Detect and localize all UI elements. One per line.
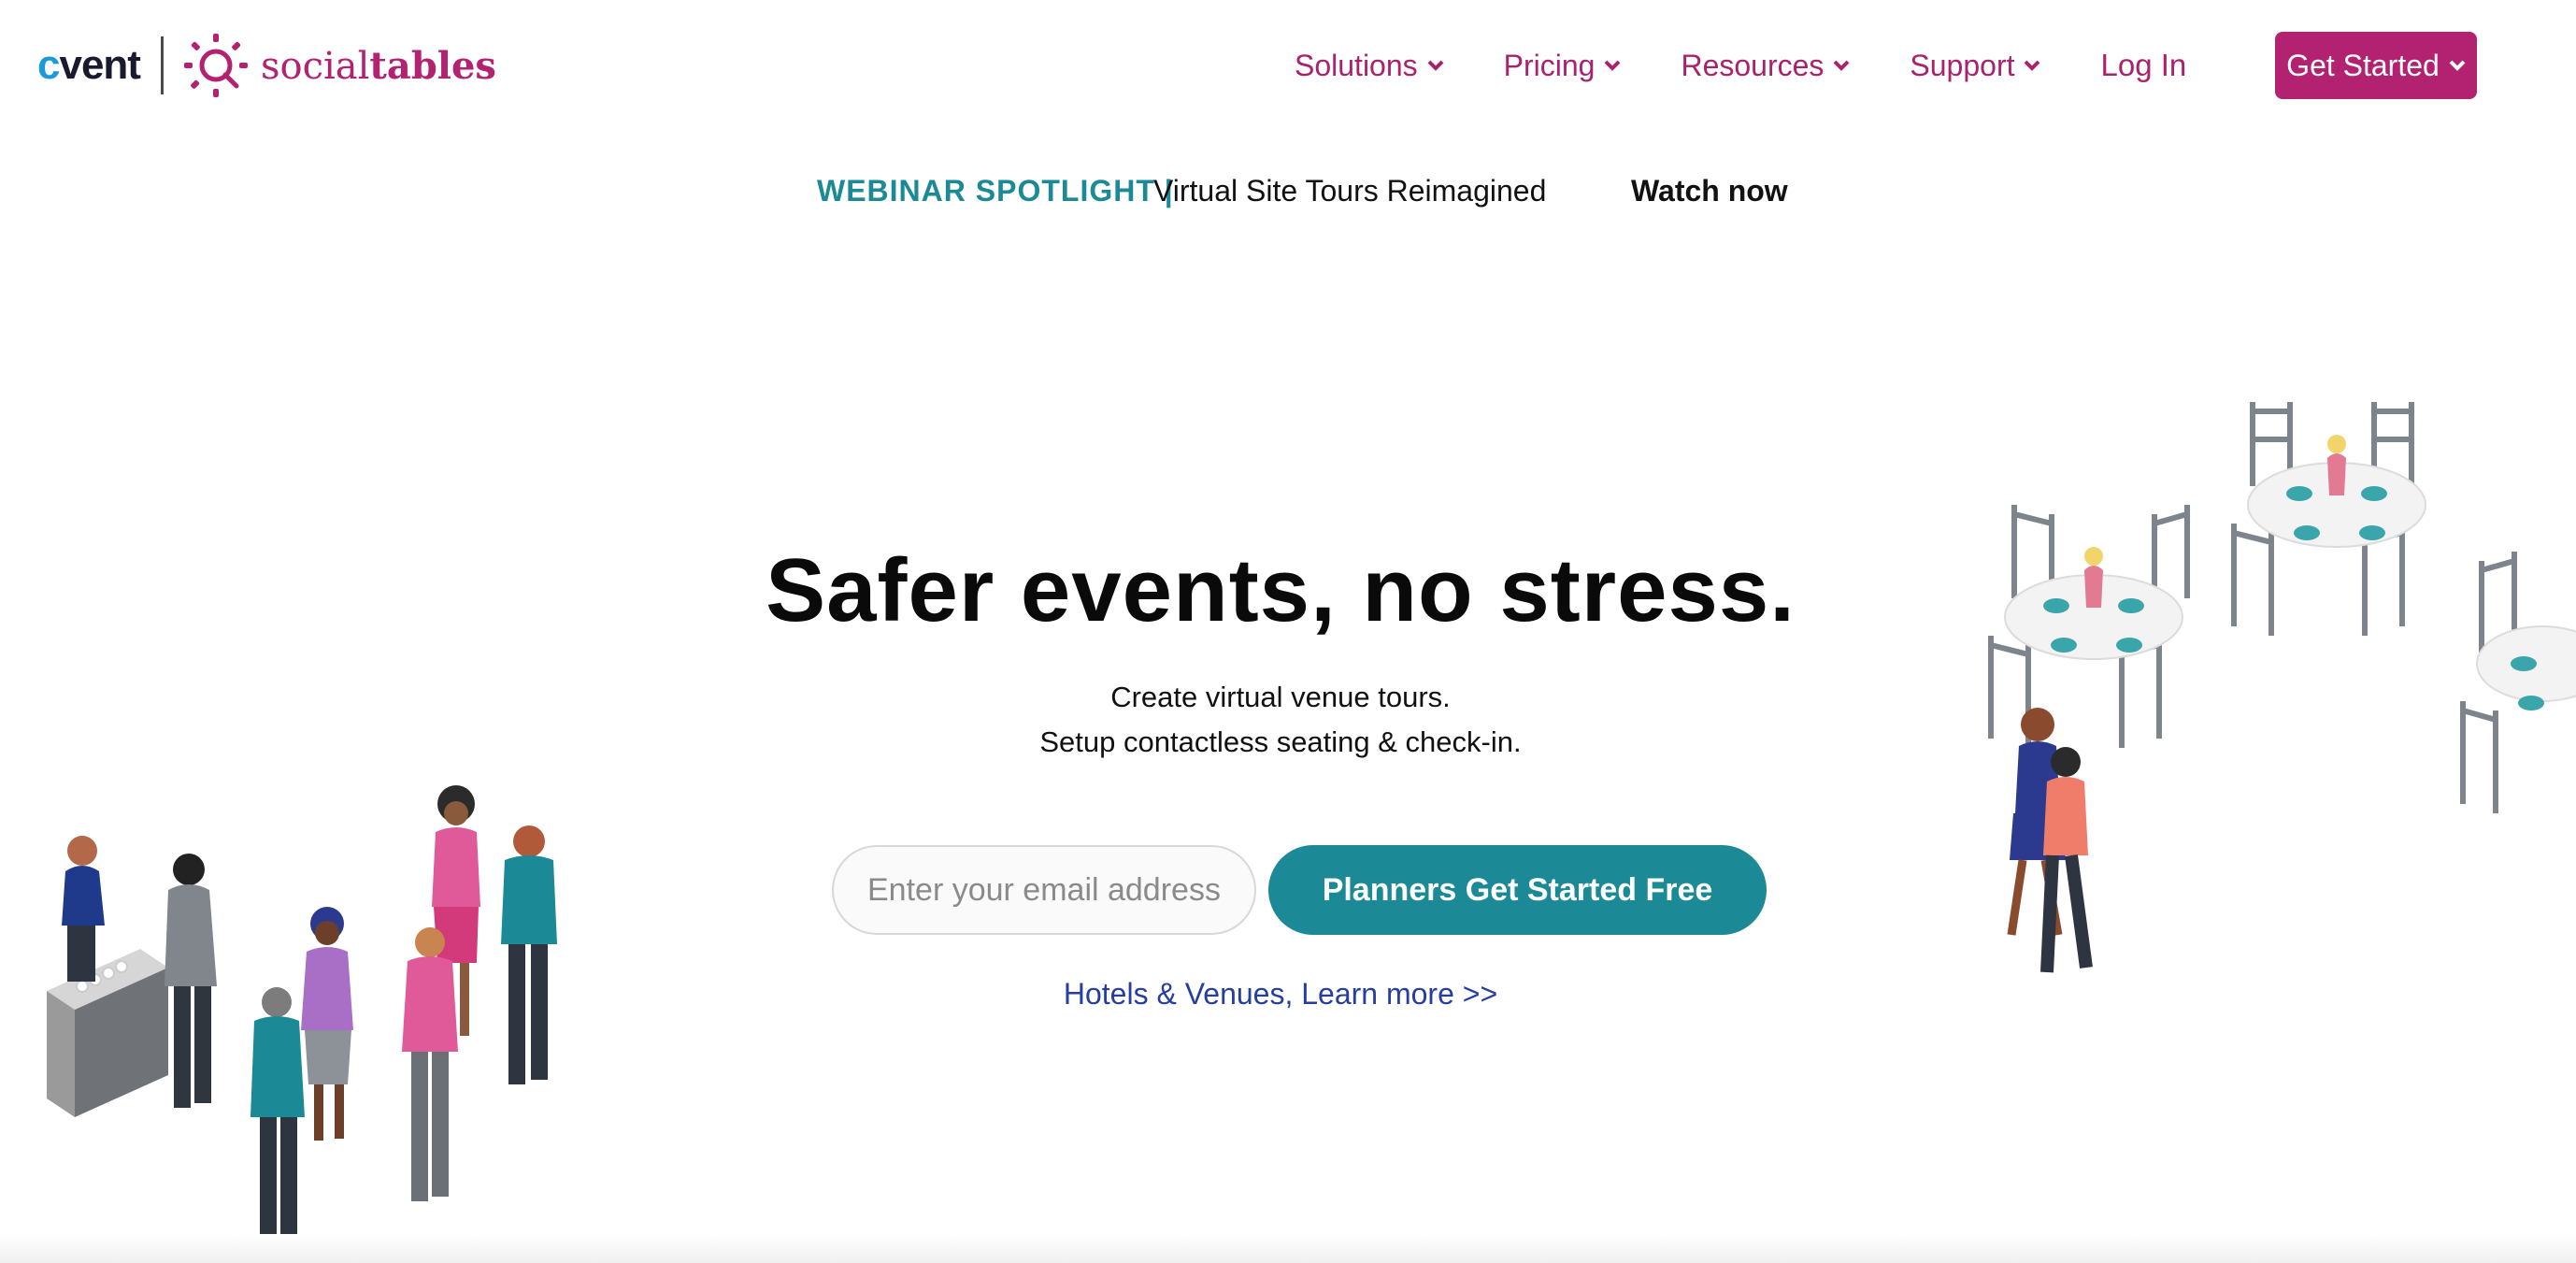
nav-item-pricing[interactable]: Pricing bbox=[1504, 49, 1622, 83]
socialtables-wordmark: socialtables bbox=[260, 43, 496, 88]
get-started-button[interactable]: Get Started bbox=[2275, 32, 2477, 99]
nav-item-label: Resources bbox=[1681, 48, 1825, 82]
webinar-title: Virtual Site Tours Reimagined bbox=[1153, 174, 1547, 208]
logo-divider bbox=[160, 36, 164, 94]
nav-item-label: Support bbox=[1910, 48, 2015, 82]
cvent-wordmark: cvent bbox=[37, 42, 141, 88]
webinar-tag: WEBINAR SPOTLIGHT | bbox=[817, 174, 1174, 208]
nav-item-resources[interactable]: Resources bbox=[1681, 49, 1850, 83]
webinar-banner: WEBINAR SPOTLIGHT | Virtual Site Tours R… bbox=[0, 174, 2576, 215]
brand-logo[interactable]: cvent socialtables bbox=[37, 28, 496, 103]
check-in-people-illustration bbox=[47, 785, 557, 1248]
main-nav: Solutions Pricing Resources Support Log … bbox=[1295, 32, 2242, 99]
chevron-down-icon bbox=[1833, 60, 1850, 71]
planners-get-started-button[interactable]: Planners Get Started Free bbox=[1268, 845, 1767, 935]
chevron-down-icon bbox=[2025, 60, 2040, 71]
chevron-down-icon bbox=[1605, 60, 1621, 71]
site-header: cvent socialtables Solutions Pricing Res… bbox=[0, 0, 2576, 131]
chevron-down-icon bbox=[1427, 60, 1444, 71]
watch-now-link[interactable]: Watch now bbox=[1631, 174, 1788, 208]
socialtables-sun-icon bbox=[183, 34, 248, 97]
bottom-fade bbox=[0, 1234, 2576, 1263]
seating-tables-illustration bbox=[1988, 402, 2576, 973]
nav-item-support[interactable]: Support bbox=[1910, 49, 2040, 83]
get-started-label: Get Started bbox=[2286, 48, 2440, 82]
nav-item-label: Pricing bbox=[1503, 48, 1596, 82]
login-link[interactable]: Log In bbox=[2100, 48, 2186, 83]
email-input[interactable] bbox=[832, 845, 1256, 935]
chevron-down-icon bbox=[2449, 60, 2466, 71]
nav-item-label: Solutions bbox=[1295, 48, 1418, 82]
nav-item-solutions[interactable]: Solutions bbox=[1295, 49, 1444, 83]
